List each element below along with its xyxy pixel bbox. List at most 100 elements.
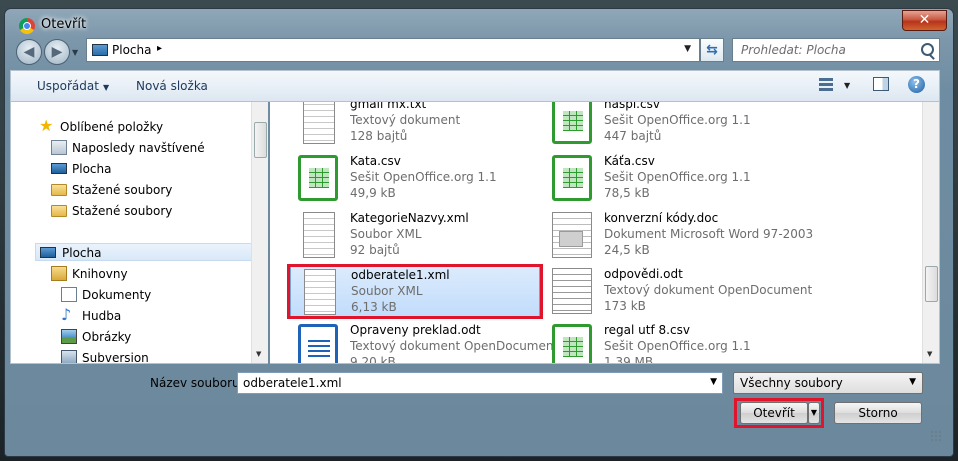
organize-label: Uspořádat (37, 79, 99, 93)
nav-item-pictures[interactable]: Obrázky (61, 328, 251, 346)
filename-label: Název souboru: (150, 376, 244, 390)
nav-item-desktop-root[interactable]: Plocha (35, 243, 257, 261)
nav-item-label: Obrázky (82, 330, 132, 344)
nav-item-libraries[interactable]: Knihovny (51, 265, 251, 283)
spreadsheet-icon (552, 102, 592, 144)
file-size: 92 bajtů (350, 243, 400, 257)
breadcrumb-arrow-icon[interactable]: ▸ (157, 43, 162, 54)
spreadsheet-icon (552, 155, 592, 201)
word-document-icon (552, 212, 592, 258)
file-type: Sešit OpenOffice.org 1.1 (604, 170, 751, 184)
documents-icon (61, 287, 77, 302)
file-item[interactable]: naspi.csv Sešit OpenOffice.org 1.1 447 b… (544, 102, 794, 148)
chrome-icon (19, 18, 35, 34)
file-name: Kata.csv (350, 154, 401, 168)
back-button[interactable]: ◀ (16, 39, 42, 65)
nav-item-favorites[interactable]: ★ Oblíbené položky (39, 118, 249, 136)
filter-value: Všechny soubory (740, 376, 843, 390)
file-name: gmail mx.txt (350, 102, 427, 111)
close-button[interactable]: ✕ (902, 10, 947, 31)
file-size: 9,20 kB (350, 355, 396, 364)
file-item[interactable]: konverzní kódy.doc Dokument Microsoft Wo… (544, 210, 813, 262)
chevron-down-icon: ▼ (102, 83, 110, 92)
file-type: Textový dokument (350, 113, 461, 127)
nav-item-label: Stažené soubory (72, 204, 173, 218)
nav-item-downloads-2[interactable]: Stažené soubory (51, 202, 251, 220)
chevron-down-icon: ▼ (909, 377, 916, 387)
preview-pane-icon[interactable] (873, 77, 889, 91)
file-name: naspi.csv (604, 102, 660, 111)
new-folder-button[interactable]: Nová složka (136, 79, 208, 93)
file-size: 24,5 kB (604, 243, 650, 257)
file-list-scrollbar[interactable]: ▼ (922, 102, 939, 363)
forward-arrow-icon: ▶ (51, 44, 63, 60)
scroll-down-icon[interactable]: ▼ (927, 350, 932, 358)
file-type-filter[interactable]: Všechny soubory ▼ (733, 372, 923, 394)
search-box[interactable]: Prohledat: Plocha (732, 38, 940, 62)
file-size: 128 bajtů (350, 129, 408, 143)
refresh-button[interactable]: ⇆ (700, 38, 724, 62)
address-location[interactable]: Plocha (112, 43, 151, 57)
address-dropdown-icon[interactable]: ▼ (684, 44, 691, 54)
xml-file-icon (303, 212, 335, 258)
change-view-icon[interactable] (819, 78, 833, 92)
scroll-down-icon[interactable]: ▼ (256, 350, 261, 358)
file-size: 78,5 kB (604, 186, 650, 200)
nav-item-label: Hudba (82, 309, 122, 323)
view-options-dropdown[interactable]: ▼ (844, 81, 850, 90)
address-bar[interactable]: Plocha ▸ ▼ (86, 38, 700, 62)
file-list-scrollbar-thumb[interactable] (925, 266, 938, 302)
nav-item-subversion[interactable]: Subversion (61, 349, 251, 364)
libraries-icon (51, 266, 67, 281)
music-icon: ♪ (61, 305, 72, 324)
nav-item-label: Dokumenty (82, 288, 152, 302)
nav-item-desktop[interactable]: Plocha (51, 160, 251, 178)
file-item[interactable]: Káťa.csv Sešit OpenOffice.org 1.1 78,5 k… (544, 153, 794, 205)
file-item[interactable]: odpovědi.odt Textový dokument OpenDocume… (544, 266, 812, 318)
help-icon[interactable]: ? (908, 76, 925, 93)
recent-locations-dropdown[interactable]: ▼ (72, 48, 78, 57)
command-bar: Uspořádat ▼ Nová složka ▼ ? (10, 70, 940, 102)
downloads-folder-icon (51, 205, 67, 217)
nav-item-label: Plocha (62, 246, 102, 260)
nav-item-label: Knihovny (72, 267, 128, 281)
title-bar: Otevřít ✕ (5, 9, 953, 37)
nav-item-documents[interactable]: Dokumenty (61, 286, 251, 304)
nav-item-recent-places[interactable]: Naposledy navštívené (51, 139, 251, 157)
star-icon: ★ (39, 116, 54, 135)
file-item[interactable]: gmail mx.txt Textový dokument 128 bajtů (290, 102, 540, 148)
refresh-icon: ⇆ (706, 42, 718, 58)
nav-scrollbar[interactable]: ▼ (251, 102, 268, 363)
organize-menu[interactable]: Uspořádat ▼ (37, 79, 109, 93)
file-item[interactable]: Kata.csv Sešit OpenOffice.org 1.1 49,9 k… (290, 153, 540, 205)
file-name: Káťa.csv (604, 154, 655, 168)
file-name: regal utf 8.csv (604, 323, 690, 337)
desktop-icon (51, 163, 67, 174)
search-input[interactable]: Prohledat: Plocha (741, 43, 846, 57)
resize-grip-icon[interactable] (930, 430, 942, 442)
forward-button[interactable]: ▶ (44, 39, 70, 65)
file-type: Soubor XML (350, 227, 422, 241)
nav-item-label: Subversion (82, 351, 149, 364)
file-type: Sešit OpenOffice.org 1.1 (604, 339, 751, 353)
filename-input[interactable]: odberatele1.xml ▼ (237, 372, 723, 394)
search-icon[interactable] (921, 43, 934, 56)
cancel-button[interactable]: Storno (834, 402, 922, 424)
desktop-icon (92, 44, 108, 56)
nav-item-music[interactable]: ♪ Hudba (61, 307, 251, 325)
file-size: 49,9 kB (350, 186, 396, 200)
nav-scrollbar-thumb[interactable] (254, 122, 267, 158)
file-name: KategorieNazvy.xml (350, 211, 469, 225)
file-name: konverzní kódy.doc (604, 211, 719, 225)
nav-item-downloads[interactable]: Stažené soubory (51, 181, 251, 199)
file-item[interactable]: regal utf 8.csv Sešit OpenOffice.org 1.1… (544, 322, 794, 363)
spreadsheet-icon (552, 324, 592, 363)
file-item[interactable]: Opraveny preklad.odt Textový dokument Op… (290, 322, 558, 364)
spreadsheet-icon (298, 155, 338, 201)
file-item[interactable]: KategorieNazvy.xml Soubor XML 92 bajtů (290, 210, 540, 262)
nav-item-label: Naposledy navštívené (72, 141, 205, 155)
filename-value[interactable]: odberatele1.xml (243, 376, 342, 390)
nav-item-label: Oblíbené položky (60, 120, 164, 134)
chevron-down-icon[interactable]: ▼ (710, 377, 717, 387)
file-name: odpovědi.odt (604, 267, 683, 281)
